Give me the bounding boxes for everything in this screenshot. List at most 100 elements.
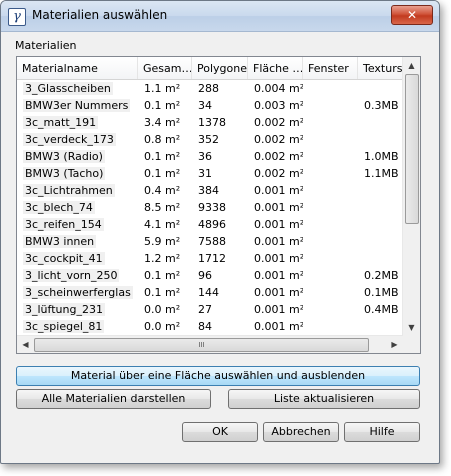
- column-header-texture[interactable]: Texturs: [358, 57, 403, 79]
- column-header-total[interactable]: Gesam…: [138, 57, 192, 79]
- select-hide-material-button[interactable]: Material über eine Fläche auswählen und …: [16, 366, 420, 386]
- table-row[interactable]: 3_Glasscheiben 1.1 m² 288 0.004 m²: [17, 80, 403, 97]
- cell-material-name-text: 3c_matt_191: [23, 116, 99, 129]
- list-body: 3_Glasscheiben 1.1 m² 288 0.004 m² BMW3er Nu…: [17, 80, 403, 336]
- cell-material-name: BMW3 innen: [17, 233, 138, 250]
- cell-texture-text: 0.2MB: [364, 269, 399, 282]
- cell-area: 0.003 m²: [248, 97, 303, 114]
- cell-total-area: 0.1 m²: [138, 267, 192, 284]
- column-header-polygons[interactable]: Polygone: [192, 57, 248, 79]
- table-row[interactable]: BMW3 innen 5.9 m² 7588 0.001 m²: [17, 233, 403, 250]
- cell-window: [303, 216, 358, 233]
- cell-window: [303, 114, 358, 131]
- cell-texture-text: 1.0MB: [364, 150, 399, 163]
- cell-area: 0.001 m²: [248, 182, 303, 199]
- cell-material-name: 3_scheinwerferglas: [17, 284, 138, 301]
- horizontal-scrollbar[interactable]: ◀ III ▶: [17, 335, 403, 353]
- cell-window: [303, 148, 358, 165]
- table-row[interactable]: BMW3 (Tacho) 0.1 m² 31 0.002 m² 1.1MB: [17, 165, 403, 182]
- scroll-left-arrow-icon[interactable]: ◀: [17, 336, 34, 353]
- cell-polygons-text: 384: [198, 184, 219, 197]
- cell-polygons-text: 27: [198, 303, 212, 316]
- cell-area-text: 0.001 m²: [254, 303, 303, 316]
- cell-material-name-text: 3c_cockpit_41: [23, 252, 105, 265]
- cell-area: 0.001 m²: [248, 284, 303, 301]
- cell-polygons-text: 144: [198, 286, 219, 299]
- cell-total-area: 0.8 m²: [138, 131, 192, 148]
- materials-list[interactable]: Materialname Gesam… Polygone Fläche … Fe…: [16, 56, 421, 354]
- cell-window: [303, 250, 358, 267]
- table-row[interactable]: 3_lüftung_231 0.0 m² 27 0.001 m² 0.4MB: [17, 301, 403, 318]
- scroll-down-arrow-icon[interactable]: ▼: [403, 319, 420, 336]
- cell-polygons: 36: [192, 148, 248, 165]
- cell-texture: [358, 131, 403, 148]
- cell-texture: [358, 318, 403, 335]
- cell-area: 0.001 m²: [248, 318, 303, 335]
- cell-polygons-text: 84: [198, 320, 212, 333]
- cell-window: [303, 131, 358, 148]
- cell-texture: 0.3MB: [358, 97, 403, 114]
- cell-area: 0.001 m²: [248, 250, 303, 267]
- cell-material-name-text: 3_lüftung_231: [23, 303, 105, 316]
- cell-polygons: 34: [192, 97, 248, 114]
- scroll-up-arrow-icon[interactable]: ▲: [403, 57, 420, 74]
- cell-area: 0.002 m²: [248, 114, 303, 131]
- scroll-right-arrow-icon[interactable]: ▶: [386, 336, 403, 353]
- cell-polygons: 31: [192, 165, 248, 182]
- scrollbar-corner: [403, 336, 420, 353]
- cell-material-name: 3c_cockpit_41: [17, 250, 138, 267]
- table-row[interactable]: BMW3 (Radio) 0.1 m² 36 0.002 m² 1.0MB: [17, 148, 403, 165]
- table-row[interactable]: 3_licht_vorn_250 0.1 m² 96 0.001 m² 0.2MB: [17, 267, 403, 284]
- show-all-materials-button[interactable]: Alle Materialien darstellen: [16, 389, 211, 409]
- cell-texture: 0.1MB: [358, 284, 403, 301]
- cell-material-name: BMW3 (Radio): [17, 148, 138, 165]
- cancel-button[interactable]: Abbrechen: [263, 422, 339, 442]
- cell-area-text: 0.001 m²: [254, 320, 303, 333]
- cell-material-name: 3c_matt_191: [17, 114, 138, 131]
- column-header-window[interactable]: Fenster: [303, 57, 358, 79]
- cell-area-text: 0.001 m²: [254, 286, 303, 299]
- cell-total-area: 0.1 m²: [138, 97, 192, 114]
- cell-total-area: 5.9 m²: [138, 233, 192, 250]
- cell-material-name-text: 3c_blech_74: [23, 201, 95, 214]
- cell-material-name-text: 3_scheinwerferglas: [23, 286, 133, 299]
- table-row[interactable]: 3c_spiegel_81 0.0 m² 84 0.001 m²: [17, 318, 403, 335]
- cell-texture: 1.0MB: [358, 148, 403, 165]
- column-header-name[interactable]: Materialname: [17, 57, 138, 79]
- cell-polygons-text: 9338: [198, 201, 226, 214]
- column-header-area[interactable]: Fläche …: [248, 57, 303, 79]
- horizontal-scroll-thumb[interactable]: III: [34, 338, 369, 352]
- table-row[interactable]: 3c_matt_191 3.4 m² 1378 0.002 m²: [17, 114, 403, 131]
- cell-window: [303, 165, 358, 182]
- cell-material-name: 3c_reifen_154: [17, 216, 138, 233]
- cell-texture: [358, 114, 403, 131]
- table-row[interactable]: 3c_cockpit_41 1.2 m² 1712 0.001 m²: [17, 250, 403, 267]
- table-row[interactable]: 3c_verdeck_173 0.8 m² 352 0.002 m²: [17, 131, 403, 148]
- cell-total-area-text: 0.1 m²: [144, 150, 181, 163]
- cell-window: [303, 199, 358, 216]
- cell-area-text: 0.002 m²: [254, 133, 303, 146]
- close-button[interactable]: ✕: [391, 5, 433, 25]
- cell-total-area-text: 0.8 m²: [144, 133, 181, 146]
- cell-area-text: 0.001 m²: [254, 184, 303, 197]
- help-button[interactable]: Hilfe: [344, 422, 420, 442]
- cell-total-area: 0.4 m²: [138, 182, 192, 199]
- vertical-scrollbar[interactable]: ▲ ▼: [402, 57, 420, 336]
- table-row[interactable]: BMW3er Nummers 0.1 m² 34 0.003 m² 0.3MB: [17, 97, 403, 114]
- table-row[interactable]: 3c_Lichtrahmen 0.4 m² 384 0.001 m²: [17, 182, 403, 199]
- ok-button[interactable]: OK: [182, 422, 258, 442]
- cell-window: [303, 284, 358, 301]
- cell-total-area-text: 5.9 m²: [144, 235, 181, 248]
- table-row[interactable]: 3_scheinwerferglas 0.1 m² 144 0.001 m² 0.1MB: [17, 284, 403, 301]
- table-row[interactable]: 3c_reifen_154 4.1 m² 4896 0.001 m²: [17, 216, 403, 233]
- refresh-list-button[interactable]: Liste aktualisieren: [228, 389, 420, 409]
- cell-material-name: 3c_verdeck_173: [17, 131, 138, 148]
- cell-texture-text: 0.4MB: [364, 303, 399, 316]
- table-row[interactable]: 3c_blech_74 8.5 m² 9338 0.001 m²: [17, 199, 403, 216]
- cell-total-area: 0.0 m²: [138, 301, 192, 318]
- vertical-scroll-thumb[interactable]: [405, 74, 419, 224]
- title-bar[interactable]: γ Materialien auswählen ✕: [1, 1, 439, 32]
- cell-material-name-text: BMW3 innen: [23, 235, 97, 248]
- cell-texture: [358, 80, 403, 97]
- cell-material-name-text: 3c_spiegel_81: [23, 320, 105, 333]
